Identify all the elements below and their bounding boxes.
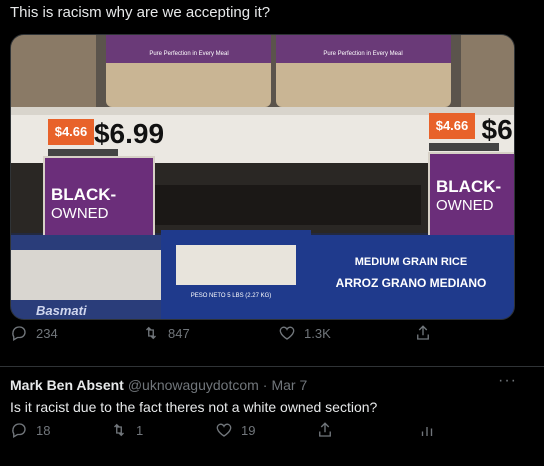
reply-retweet-action[interactable]: 1 [110,421,143,439]
sign-right-line1: BLACK- [436,177,501,196]
price-big-right: $6. [482,114,515,145]
sign-right-line2: OWNED [436,197,494,214]
price-small-right: $4.66 [436,118,469,133]
tweet-text: This is racism why are we accepting it? [10,4,271,21]
bag-right-top: MEDIUM GRAIN RICE [355,256,467,268]
reply-action[interactable]: 234 [10,324,58,342]
reply-author-handle[interactable]: @uknowaguydotcom [128,377,259,393]
bag-left-label: Basmati [36,303,87,318]
reply-date[interactable]: Mar 7 [271,377,307,393]
heart-icon [216,423,232,437]
analytics-icon [421,427,433,436]
reply-like-count: 19 [241,422,256,438]
rice-label-right: Pure Perfection in Every Meal [323,51,402,57]
bag-center-label: PESO NETO 5 LBS (2.27 KG) [191,293,272,299]
reply-reply-count: 18 [36,422,51,438]
tweet-photo[interactable]: Pure Perfection in Every Meal Pure Perfe… [10,34,515,320]
reply-count: 234 [36,325,58,341]
reply-separator: · [262,377,268,393]
more-options-icon[interactable]: ··· [498,372,517,390]
retweet-icon [114,423,124,437]
share-action[interactable] [414,324,432,342]
reply-icon [12,423,26,438]
reply-icon [12,326,26,341]
retweet-icon [146,326,156,340]
reply-header: Mark Ben Absent @uknowaguydotcom · Mar 7 [10,377,307,393]
reply-like-action[interactable]: 19 [215,421,255,439]
reply-author-name[interactable]: Mark Ben Absent [10,377,124,393]
reply-analytics-action[interactable] [418,421,436,439]
rice-label-left: Pure Perfection in Every Meal [149,51,228,57]
retweet-count: 847 [168,325,190,341]
sign-left-line1: BLACK- [51,185,116,204]
divider [0,366,544,367]
share-icon [319,422,331,437]
price-big-left: $6.99 [94,118,164,149]
reply-text: Is it racist due to the fact theres not … [10,399,378,415]
reply-retweet-count: 1 [136,422,144,438]
retweet-action[interactable]: 847 [142,324,190,342]
share-icon [417,325,429,340]
sign-left-line2: OWNED [51,205,109,222]
like-action[interactable]: 1.3K [278,324,331,342]
price-small-left: $4.66 [55,124,88,139]
reply-share-action[interactable] [316,421,334,439]
heart-icon [279,326,295,340]
bag-right-bottom: ARROZ GRANO MEDIANO [336,276,487,290]
like-count: 1.3K [304,325,331,341]
reply-reply-action[interactable]: 18 [10,421,50,439]
